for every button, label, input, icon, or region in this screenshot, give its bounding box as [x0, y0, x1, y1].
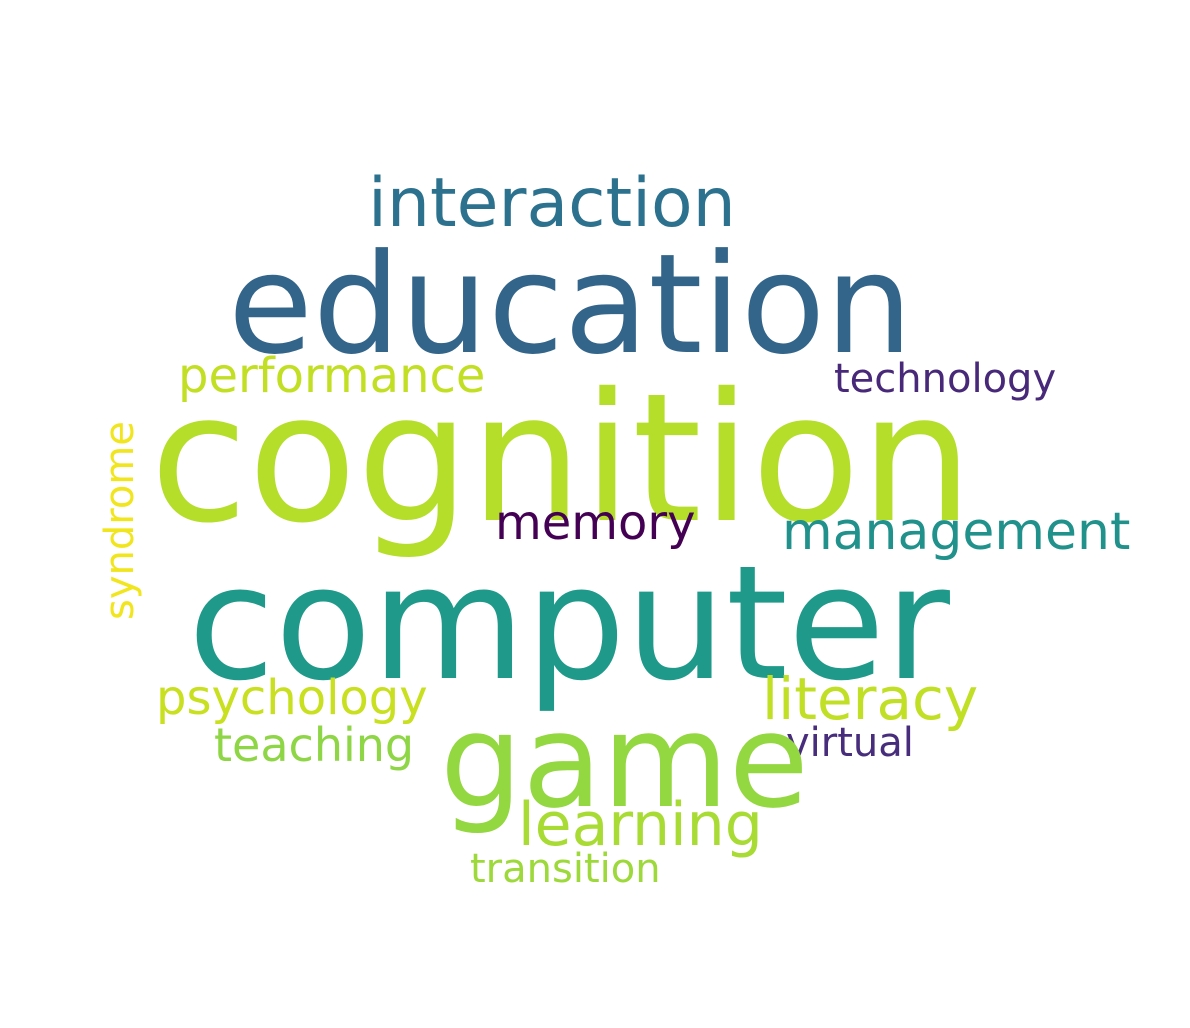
word-cloud: interaction education performance techno…	[0, 0, 1190, 1028]
word-psychology: psychology	[156, 670, 428, 726]
word-syndrome: syndrome	[97, 421, 143, 620]
word-transition: transition	[470, 846, 661, 892]
word-teaching: teaching	[214, 718, 415, 772]
